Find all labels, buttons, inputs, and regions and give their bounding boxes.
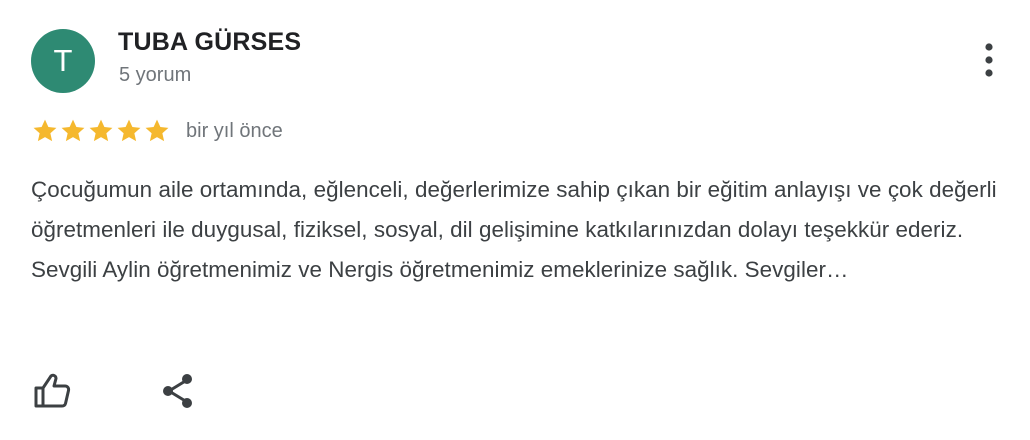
- thumb-up-icon: [34, 373, 71, 408]
- reviewer-name[interactable]: TUBA GÜRSES: [118, 28, 301, 57]
- star-icon: [33, 119, 57, 142]
- star-icon: [89, 119, 113, 142]
- star-rating: [31, 117, 171, 145]
- more-options-button[interactable]: [970, 38, 1008, 82]
- review-card: T TUBA GÜRSES 5 yorum bir yıl önce Çocuğ…: [0, 0, 1030, 440]
- star-icon: [117, 119, 141, 142]
- review-actions: [31, 370, 199, 412]
- rating-row: bir yıl önce: [31, 116, 283, 146]
- like-button[interactable]: [31, 370, 73, 412]
- review-date: bir yıl önce: [186, 119, 283, 142]
- star-icon: [61, 119, 85, 142]
- avatar-initial: T: [53, 43, 73, 78]
- avatar[interactable]: T: [31, 29, 95, 93]
- review-text: Çocuğumun aile ortamında, eğlenceli, değ…: [31, 177, 997, 282]
- share-button[interactable]: [157, 370, 199, 412]
- share-icon: [163, 374, 192, 408]
- star-icon: [145, 119, 169, 142]
- review-count: 5 yorum: [119, 64, 192, 86]
- more-vert-icon: [985, 43, 993, 77]
